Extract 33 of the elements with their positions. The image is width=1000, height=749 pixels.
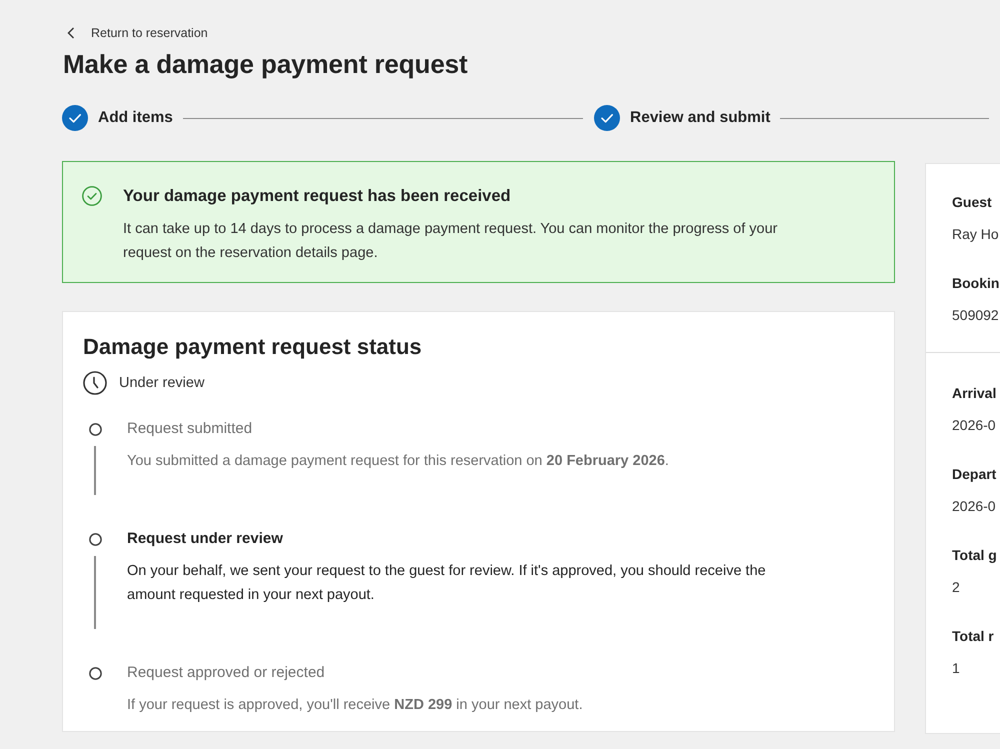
timeline-marker-icon — [88, 422, 102, 436]
field-value: 2 — [952, 578, 961, 597]
chevron-left-icon[interactable] — [67, 27, 75, 39]
timeline-step-description: You submitted a damage payment request for this reservation on 20 February 2026. — [127, 452, 670, 471]
field-label: Guest — [952, 193, 993, 212]
timeline-marker-icon — [88, 666, 102, 680]
banner-message: It can take up to 14 days to process a damage payment request. You can monitor the progress of your request on the reservation details page. — [123, 220, 779, 263]
field-label: Total g — [952, 546, 998, 565]
timeline-step-title: Request submitted — [127, 419, 254, 439]
field-label: Bookin — [952, 274, 1000, 293]
field-value: 2026-0 — [952, 497, 997, 516]
clock-icon — [83, 371, 107, 395]
banner-title: Your damage payment request has been received — [123, 186, 512, 207]
field-value: 1 — [952, 659, 961, 678]
field-label: Depart — [952, 465, 998, 484]
back-link[interactable]: Return to reservation — [91, 26, 208, 40]
field-label: Arrival — [952, 384, 998, 403]
field-value: 509092 — [952, 306, 1000, 325]
timeline-step-title: Request approved or rejected — [127, 663, 326, 683]
step-label: Add items — [98, 109, 173, 127]
field-value: 2026-0 — [952, 416, 997, 435]
field-value: Ray Ho — [952, 225, 1000, 244]
status-label: Under review — [119, 375, 204, 391]
page-title: Make a damage payment request — [63, 48, 469, 81]
step-label: Review and submit — [630, 109, 770, 127]
timeline-step-title: Request under review — [127, 529, 284, 549]
timeline-step-description: On your behalf, we sent your request to the guest for review. If it's approved, you should receive the amount requested in your next payout. — [127, 562, 767, 605]
timeline-marker-icon — [88, 532, 102, 546]
timeline-connector — [94, 446, 96, 495]
timeline-step-description: If your request is approved, you'll receive NZD 299 in your next payout. — [127, 696, 584, 715]
check-circle-icon — [82, 186, 102, 206]
card-title: Damage payment request status — [83, 333, 423, 361]
field-label: Total r — [952, 627, 995, 646]
